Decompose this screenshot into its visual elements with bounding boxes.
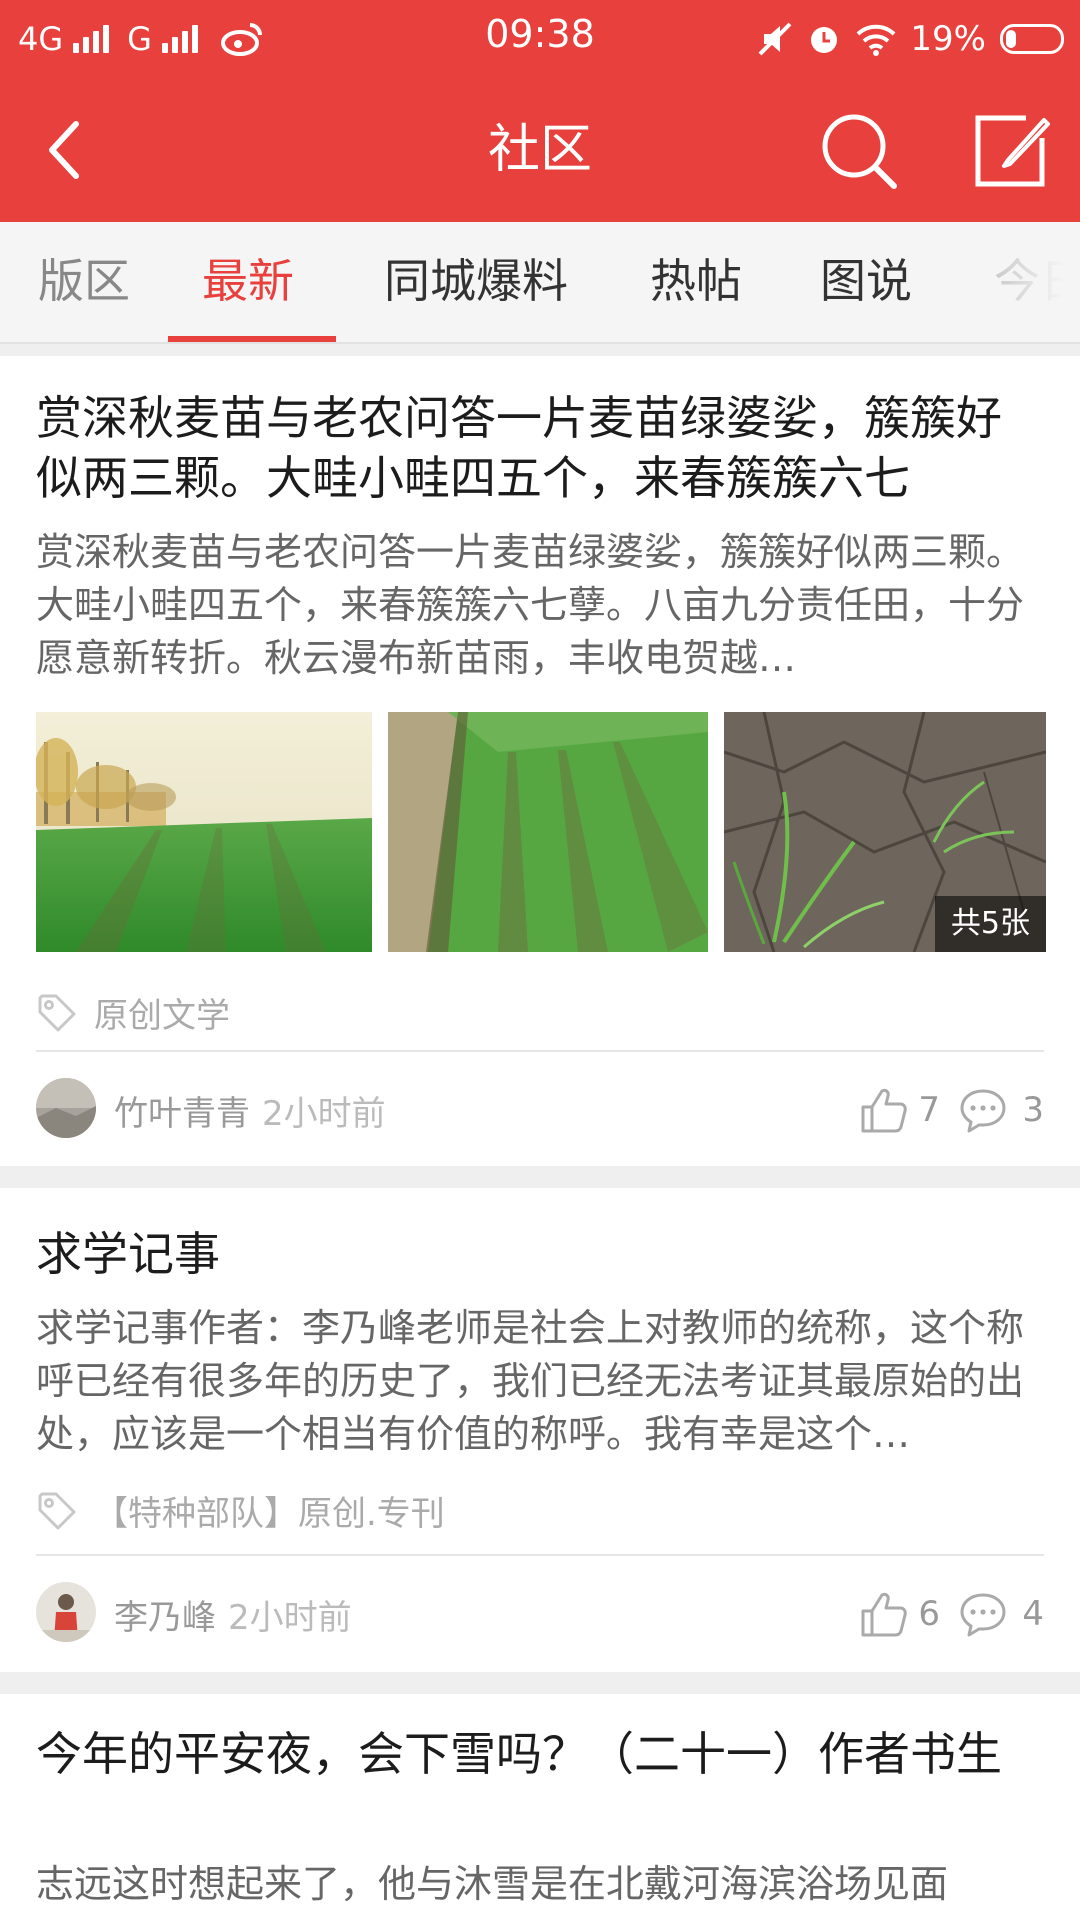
comment-count: 3 <box>1022 1090 1044 1130</box>
post-title[interactable]: 求学记事 <box>36 1224 1036 1284</box>
active-tab-indicator <box>168 336 336 342</box>
edit-icon[interactable] <box>964 104 1056 196</box>
post-card[interactable]: 赏深秋麦苗与老农问答一片麦苗绿婆娑，簇簇好似两三颗。大畦小畦四五个，来春簇簇六七… <box>0 356 1080 1166</box>
post-time: 2小时前 <box>228 1598 352 1638</box>
comment-button[interactable]: 4 <box>958 1586 1044 1642</box>
comment-button[interactable]: 3 <box>958 1082 1044 1138</box>
tab-hot-posts[interactable]: 热帖 <box>650 222 742 342</box>
post-tag[interactable]: 【特种部队】原创.专刊 <box>36 1482 445 1538</box>
tab-bar: 版区 最新 同城爆料 热帖 图说 今日 <box>0 222 1080 344</box>
post-title[interactable]: 今年的平安夜，会下雪吗？（二十一）作者书生 <box>36 1724 1036 1784</box>
avatar[interactable] <box>36 1582 96 1642</box>
tab-local-news[interactable]: 同城爆料 <box>384 222 568 342</box>
status-bar: 4G G 09:38 19% <box>0 0 1080 76</box>
author-name[interactable]: 李乃峰 <box>114 1590 216 1639</box>
thumbs-up-icon <box>858 1589 908 1639</box>
post-meta: 竹叶青青 2小时前 7 3 <box>36 1078 1044 1140</box>
divider <box>36 1554 1044 1556</box>
post-card[interactable]: 今年的平安夜，会下雪吗？（二十一）作者书生 志远这时想起来了，他与沐雪是在北戴河… <box>0 1694 1080 1920</box>
nav-bar: 社区 <box>0 76 1080 222</box>
photo-count-badge: 共5张 <box>934 896 1046 952</box>
like-count: 6 <box>918 1594 940 1634</box>
search-icon[interactable] <box>814 106 904 196</box>
tab-banqu[interactable]: 版区 <box>38 222 130 342</box>
author-name[interactable]: 竹叶青青 <box>114 1086 250 1135</box>
tag-label: 【特种部队】原创.专刊 <box>94 1493 445 1534</box>
alarm-icon <box>806 21 842 57</box>
post-meta: 李乃峰 2小时前 6 4 <box>36 1582 1044 1644</box>
divider <box>36 1050 1044 1052</box>
like-button[interactable]: 6 <box>858 1586 940 1642</box>
tab-today[interactable]: 今日 <box>994 222 1080 342</box>
battery-level <box>1006 30 1016 48</box>
post-time: 2小时前 <box>262 1094 386 1134</box>
post-tag[interactable]: 原创文学 <box>36 984 230 1040</box>
like-count: 7 <box>918 1090 940 1130</box>
mute-icon <box>758 22 792 56</box>
wifi-icon <box>856 22 896 56</box>
comment-count: 4 <box>1022 1594 1044 1634</box>
post-excerpt: 求学记事作者：李乃峰老师是社会上对教师的统称，这个称呼已经有很多年的历史了，我们… <box>36 1306 1025 1456</box>
like-button[interactable]: 7 <box>858 1082 940 1138</box>
post-excerpt: 志远这时想起来了，他与沐雪是在北戴河海滨浴场见面 <box>36 1862 949 1906</box>
post-title[interactable]: 赏深秋麦苗与老农问答一片麦苗绿婆娑，簇簇好似两三颗。大畦小畦四五个，来春簇簇六七 <box>36 388 1036 508</box>
comment-icon <box>958 1085 1008 1135</box>
status-right: 19% <box>758 14 1064 64</box>
tab-picture-talk[interactable]: 图说 <box>820 222 912 342</box>
page-title: 社区 <box>487 120 592 180</box>
post-image[interactable] <box>36 712 372 952</box>
avatar[interactable] <box>36 1078 96 1138</box>
post-image[interactable] <box>388 712 708 952</box>
post-card[interactable]: 求学记事 求学记事作者：李乃峰老师是社会上对教师的统称，这个称呼已经有很多年的历… <box>0 1188 1080 1672</box>
post-image[interactable]: 共5张 <box>724 712 1046 952</box>
tag-icon <box>36 1490 76 1530</box>
tag-label: 原创文学 <box>94 995 230 1036</box>
comment-icon <box>958 1589 1008 1639</box>
thumbs-up-icon <box>858 1085 908 1135</box>
battery-percent: 19% <box>910 19 986 59</box>
post-excerpt: 赏深秋麦苗与老农问答一片麦苗绿婆娑，簇簇好似两三颗。大畦小畦四五个，来春簇簇六七… <box>36 530 1025 680</box>
battery-icon <box>1000 24 1064 54</box>
tab-latest[interactable]: 最新 <box>202 222 294 342</box>
tag-icon <box>36 992 76 1032</box>
